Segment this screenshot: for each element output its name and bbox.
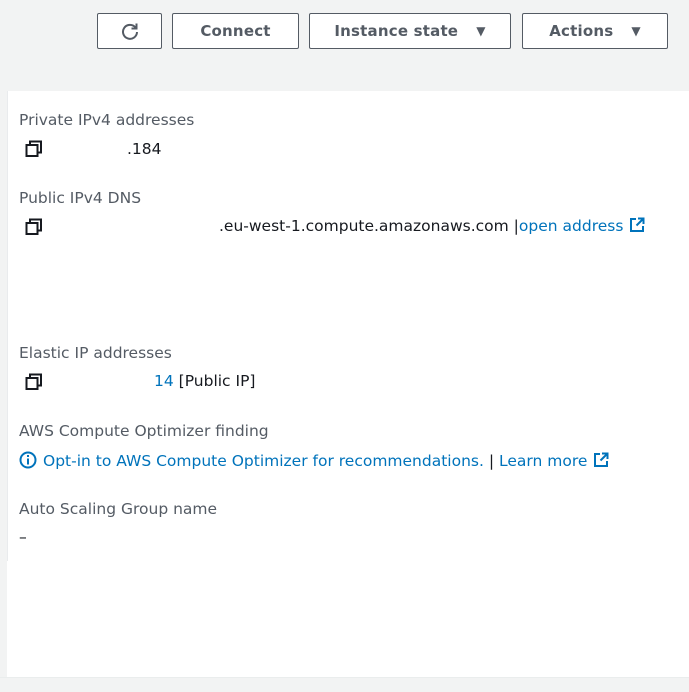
action-toolbar: Connect Instance state ▼ Actions ▼: [0, 0, 689, 88]
refresh-icon: [121, 23, 138, 40]
open-address-link[interactable]: open address: [519, 217, 624, 235]
instance-state-button[interactable]: Instance state ▼: [309, 13, 511, 49]
optimizer-finding: Opt-in to AWS Compute Optimizer for reco…: [19, 451, 609, 470]
private-ipv4-label: Private IPv4 addresses: [19, 111, 195, 129]
public-dns-text: .eu-west-1.compute.amazonaws.com |: [219, 217, 519, 235]
elastic-ip-link[interactable]: 14: [154, 372, 174, 390]
copy-icon[interactable]: [25, 218, 43, 236]
actions-label: Actions: [549, 22, 614, 40]
connect-label: Connect: [200, 22, 271, 40]
learn-more-link[interactable]: Learn more: [499, 452, 587, 470]
instance-state-label: Instance state: [334, 22, 459, 40]
copy-icon[interactable]: [25, 373, 43, 391]
elastic-ip-label: Elastic IP addresses: [19, 344, 172, 362]
external-link-icon[interactable]: [629, 217, 645, 233]
details-panel: [7, 91, 689, 677]
public-dns-label: Public IPv4 DNS: [19, 189, 142, 207]
footer-strip: [0, 677, 689, 692]
private-ipv4-value: .184: [127, 140, 162, 158]
optimizer-label: AWS Compute Optimizer finding: [19, 422, 269, 440]
caret-down-icon: ▼: [476, 24, 486, 38]
actions-button[interactable]: Actions ▼: [522, 13, 668, 49]
connect-button[interactable]: Connect: [172, 13, 299, 49]
copy-icon[interactable]: [25, 140, 43, 158]
elastic-ip-suffix: [Public IP]: [173, 372, 256, 390]
public-dns-value: .eu-west-1.compute.amazonaws.com |open a…: [219, 217, 645, 235]
refresh-button[interactable]: [97, 13, 162, 49]
panel-divider: [7, 91, 8, 561]
elastic-ip-value: 14 [Public IP]: [154, 372, 255, 390]
caret-down-icon: ▼: [631, 24, 641, 38]
opt-in-link[interactable]: Opt-in to AWS Compute Optimizer for reco…: [43, 452, 484, 470]
asg-value: –: [19, 528, 27, 546]
asg-label: Auto Scaling Group name: [19, 500, 218, 518]
info-icon: [19, 451, 37, 469]
external-link-icon[interactable]: [593, 452, 609, 468]
separator: |: [483, 452, 499, 470]
